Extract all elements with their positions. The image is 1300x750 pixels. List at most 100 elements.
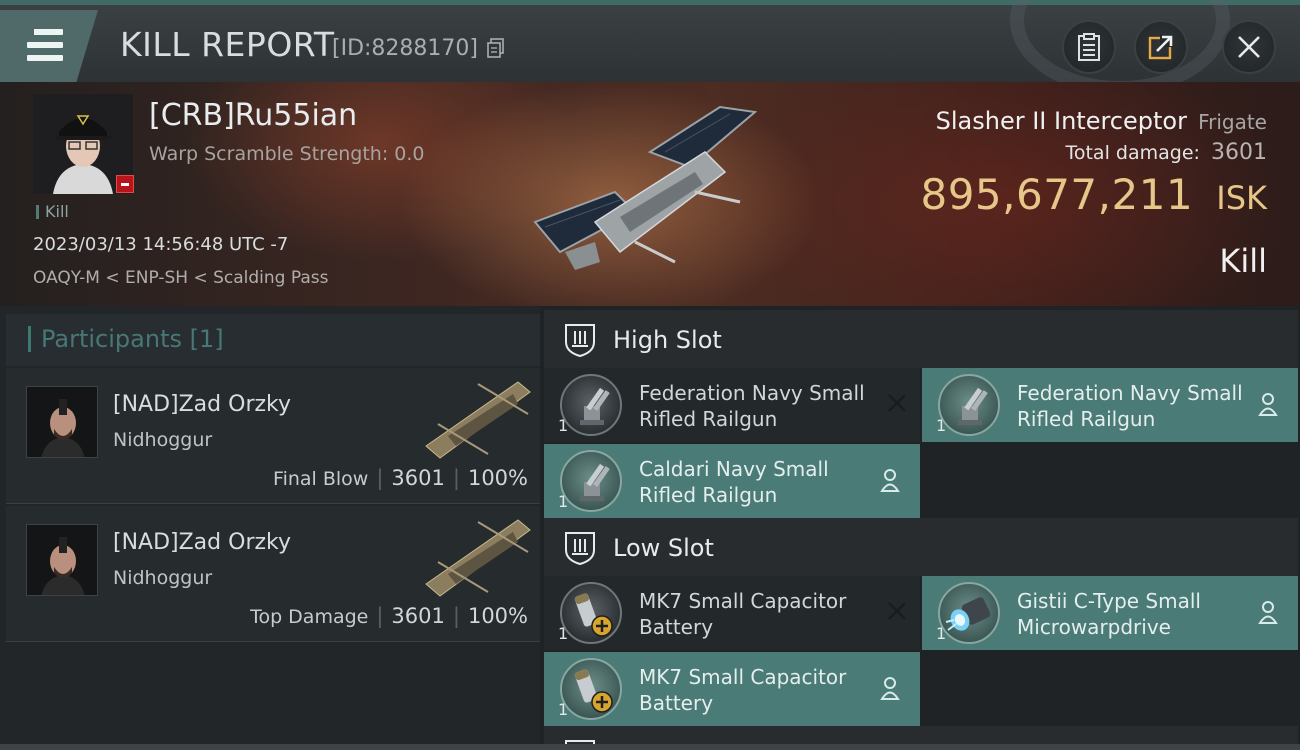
module-quantity: 1	[558, 492, 569, 511]
railgun-icon	[560, 450, 622, 512]
page-title: KILL REPORT	[120, 25, 335, 64]
participant-damage: 3601	[391, 466, 445, 490]
participant-stats: Final Blow | 3601 | 100%	[273, 466, 528, 490]
microwarpdrive-module-image	[945, 597, 991, 631]
microwarpdrive-icon	[938, 582, 1000, 644]
result-label: Kill	[1219, 242, 1267, 280]
isk-value-line: 895,677,211 ISK	[920, 170, 1267, 219]
stat-separator: |	[376, 604, 384, 628]
module-item[interactable]: 1 Federation Navy Small Rifled Railgun	[544, 368, 920, 442]
module-item[interactable]: 1 Caldari Navy Small Rifled Railgun	[544, 444, 920, 518]
total-damage-label: Total damage:	[1065, 142, 1200, 164]
participant-ship-image	[425, 519, 531, 597]
module-name: MK7 Small Capacitor Battery	[639, 589, 847, 639]
module-name: Gistii C-Type Small Microwarpdrive	[1017, 589, 1201, 639]
ship-name[interactable]: Slasher II Interceptor	[936, 107, 1187, 135]
ship-class: Frigate	[1198, 110, 1267, 134]
participant-name[interactable]: [NAD]Zad Orzky	[113, 392, 291, 417]
capacitor-battery-icon	[560, 582, 622, 644]
destroyed-x-icon	[888, 602, 906, 620]
kill-location[interactable]: OAQY-M < ENP-SH < Scalding Pass	[33, 268, 329, 288]
module-name: Federation Navy Small Rifled Railgun	[1017, 381, 1243, 431]
participant-ship-image	[425, 381, 531, 459]
report-id: [ID:8288170]	[332, 36, 478, 61]
close-icon	[1238, 36, 1260, 58]
ship-info: Slasher II Interceptor Frigate	[936, 107, 1267, 135]
menu-button[interactable]	[0, 10, 98, 82]
clipboard-icon	[1078, 33, 1100, 61]
avatar[interactable]	[26, 386, 98, 458]
railgun-icon	[938, 374, 1000, 436]
participant-ship: Nidhoggur	[113, 429, 213, 451]
module-quantity: 1	[558, 624, 569, 643]
isk-unit: ISK	[1216, 179, 1267, 217]
module-item[interactable]: 1 Gistii C-Type Small Microwarpdrive	[922, 576, 1298, 650]
share-icon	[1148, 35, 1173, 60]
module-item[interactable]: 1 Federation Navy Small Rifled Railgun	[922, 368, 1298, 442]
module-name: Caldari Navy Small Rifled Railgun	[639, 457, 829, 507]
module-quantity: 1	[936, 416, 947, 435]
kill-tag: Kill	[36, 204, 69, 220]
participant-name[interactable]: [NAD]Zad Orzky	[113, 530, 291, 555]
railgun-module-image	[580, 387, 610, 425]
low-slot-title: Low Slot	[613, 534, 714, 562]
person-icon	[880, 469, 900, 492]
module-item[interactable]: 1 MK7 Small Capacitor Battery	[544, 652, 920, 726]
module-name: MK7 Small Capacitor Battery	[639, 665, 847, 715]
close-button[interactable]	[1222, 20, 1276, 74]
pilot-name[interactable]: [CRB]Ru55ian	[149, 98, 357, 133]
warp-scramble-strength: Warp Scramble Strength: 0.0	[149, 143, 425, 165]
participant-blow-label: Final Blow	[273, 468, 369, 490]
high-slot-header: High Slot	[544, 310, 1298, 368]
decorative-ring	[1010, 0, 1230, 95]
person-icon	[1258, 393, 1278, 416]
kill-datetime: 2023/03/13 14:56:48 UTC -7	[33, 234, 289, 255]
railgun-icon	[560, 374, 622, 436]
module-item[interactable]: 1 MK7 Small Capacitor Battery	[544, 576, 920, 650]
participant-stats: Top Damage | 3601 | 100%	[250, 604, 528, 628]
victim-summary: [CRB]Ru55ian Warp Scramble Strength: 0.0…	[0, 82, 1300, 306]
victim-ship-image	[533, 105, 758, 270]
clipboard-button[interactable]	[1062, 20, 1116, 74]
participant-ship: Nidhoggur	[113, 567, 213, 589]
menu-icon-bar	[27, 55, 63, 61]
slot-icon	[565, 532, 595, 566]
share-button[interactable]	[1134, 20, 1188, 74]
railgun-module-image	[958, 387, 988, 425]
participant-row[interactable]: [NAD]Zad Orzky Nidhoggur Final Blow | 3601…	[6, 368, 540, 504]
isk-value: 895,677,211	[920, 170, 1194, 219]
title-bar: KILL REPORT [ID:8288170]	[0, 0, 1300, 95]
menu-icon-bar	[27, 42, 63, 48]
stat-separator: |	[376, 466, 384, 490]
stat-separator: |	[452, 466, 460, 490]
fitting-panel: High Slot 1 Federation Navy Small Rifled…	[540, 306, 1300, 750]
module-name: Federation Navy Small Rifled Railgun	[639, 381, 865, 431]
capacitor-battery-icon	[560, 658, 622, 720]
participant-avatar-image	[27, 387, 97, 457]
module-quantity: 1	[936, 624, 947, 643]
participant-row[interactable]: [NAD]Zad Orzky Nidhoggur Top Damage | 3601…	[6, 506, 540, 642]
participant-damage: 3601	[391, 604, 445, 628]
participants-header: Participants [1]	[6, 314, 540, 366]
railgun-module-image	[580, 463, 610, 501]
kill-badge	[116, 175, 134, 193]
person-icon	[880, 677, 900, 700]
participant-blow-label: Top Damage	[250, 606, 369, 628]
module-quantity: 1	[558, 416, 569, 435]
person-icon	[1258, 601, 1278, 624]
participant-percent: 100%	[467, 466, 528, 490]
avatar[interactable]	[26, 524, 98, 596]
slot-icon	[565, 324, 595, 358]
participants-panel: Participants [1] [NAD]Zad Orzky Nidhoggu…	[0, 306, 540, 750]
copy-icon[interactable]	[487, 38, 505, 58]
module-quantity: 1	[558, 700, 569, 719]
low-slot-header: Low Slot	[544, 518, 1298, 576]
capacitor-module-image	[574, 593, 613, 637]
capacitor-module-image	[574, 669, 613, 713]
destroyed-x-icon	[888, 394, 906, 412]
total-damage-value: 3601	[1211, 140, 1267, 165]
high-slot-title: High Slot	[613, 326, 722, 354]
stat-separator: |	[452, 604, 460, 628]
menu-icon-notch	[27, 29, 34, 35]
total-damage-line: Total damage: 3601	[1065, 140, 1267, 165]
